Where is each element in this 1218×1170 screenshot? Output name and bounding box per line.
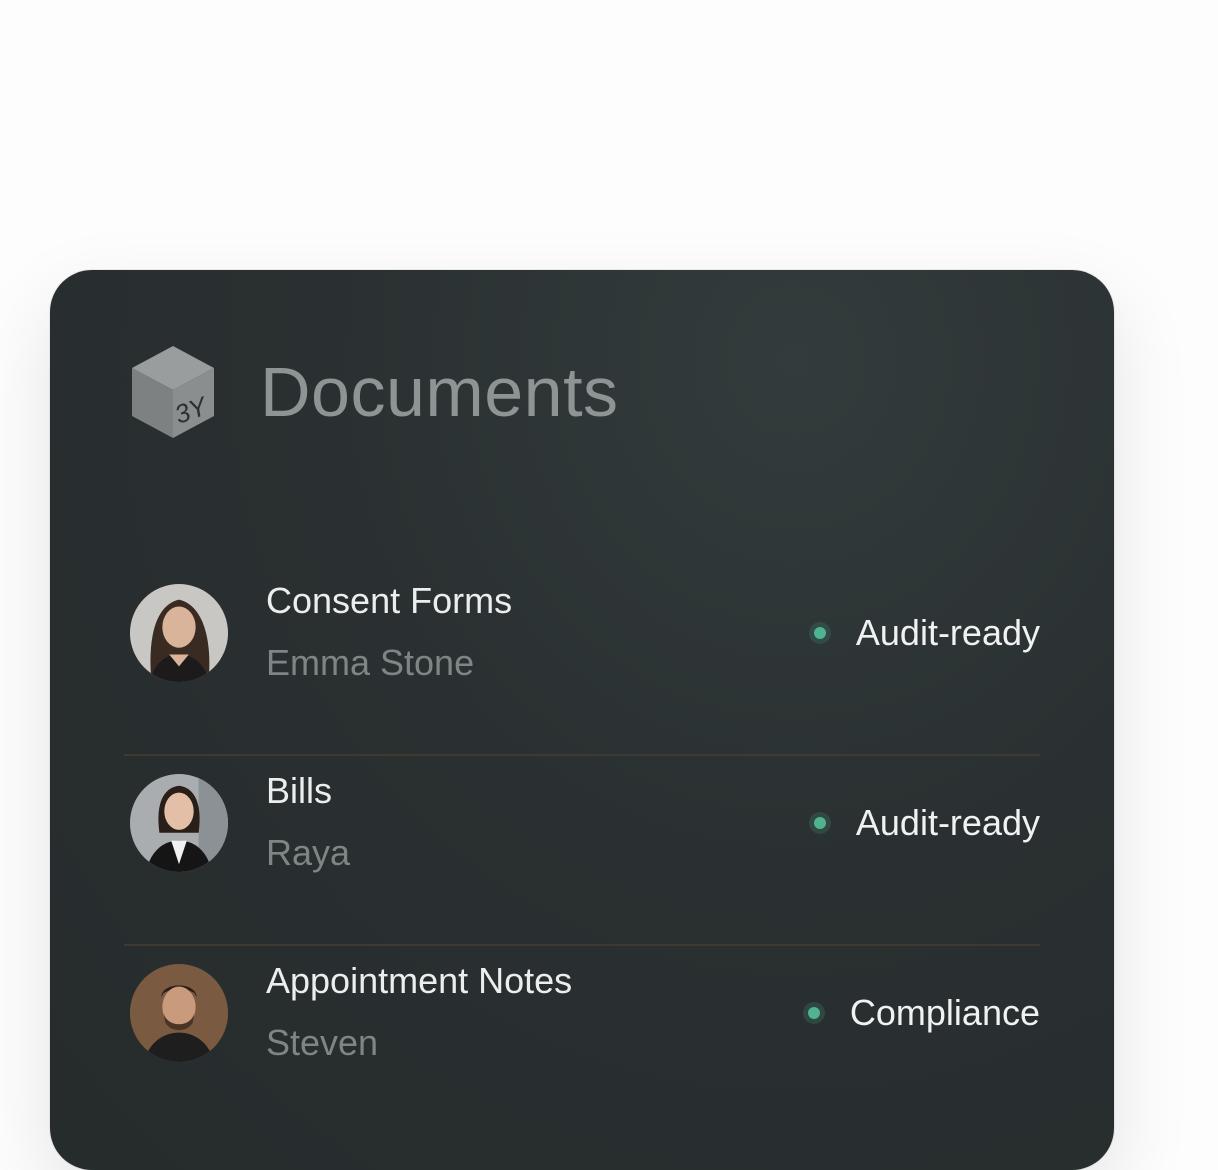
documents-list: Consent Forms Emma Stone Audit-ready Bil… <box>124 566 1040 1134</box>
document-owner: Steven <box>266 1022 379 1063</box>
avatar <box>130 584 228 682</box>
status-dot-icon <box>807 1007 820 1019</box>
status-dot-icon <box>813 817 826 829</box>
document-owner: Emma Stone <box>266 642 475 683</box>
status-badge: Audit-ready <box>813 612 1040 654</box>
documents-card: 3Y Documents Consent Forms Emma Stone Au… <box>50 270 1114 1170</box>
cube-logo-icon: 3Y <box>132 346 214 438</box>
document-title: Consent Forms <box>266 580 513 621</box>
status-dot-icon <box>813 627 826 639</box>
status-label: Audit-ready <box>855 612 1040 653</box>
document-row-appointment-notes[interactable]: Appointment Notes Steven Compliance <box>124 946 1040 1134</box>
avatar <box>130 774 228 872</box>
document-title: Appointment Notes <box>266 960 573 1001</box>
status-badge: Audit-ready <box>813 802 1040 844</box>
document-owner: Raya <box>266 832 351 873</box>
card-header: 3Y Documents <box>130 344 619 440</box>
document-row-bills[interactable]: Bills Raya Audit-ready <box>124 756 1040 946</box>
page-title: Documents <box>260 353 619 431</box>
status-badge: Compliance <box>807 992 1040 1034</box>
document-title: Bills <box>266 770 333 811</box>
avatar <box>130 964 228 1062</box>
status-label: Audit-ready <box>855 802 1040 843</box>
status-label: Compliance <box>849 992 1040 1033</box>
document-row-consent-forms[interactable]: Consent Forms Emma Stone Audit-ready <box>124 566 1040 756</box>
